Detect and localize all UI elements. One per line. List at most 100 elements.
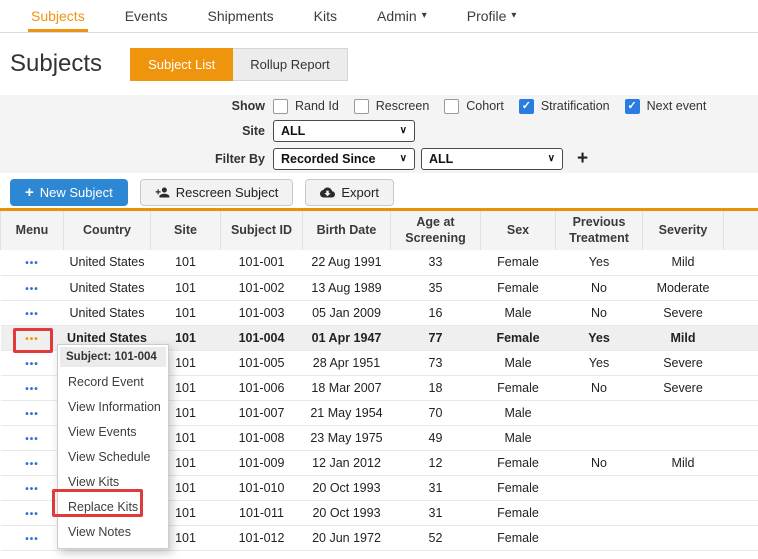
cell-subject-id: 101-004 bbox=[221, 325, 303, 350]
checkbox[interactable]: ✓ bbox=[519, 99, 534, 114]
cell-empty bbox=[724, 350, 758, 375]
cell-empty bbox=[724, 425, 758, 450]
checkbox-label: Next event bbox=[647, 99, 707, 113]
nav-item[interactable]: Profile ▾ bbox=[464, 0, 520, 32]
column-header[interactable]: Country bbox=[64, 211, 151, 250]
nav-item-label: Profile bbox=[467, 8, 507, 24]
cell-empty bbox=[724, 400, 758, 425]
cell-birth-date: 05 Jan 2009 bbox=[303, 300, 391, 325]
cell-sex: Female bbox=[481, 500, 556, 525]
column-header[interactable]: Site bbox=[151, 211, 221, 250]
context-menu-item-label: View Schedule bbox=[68, 450, 150, 464]
filter-by-label: Filter By bbox=[0, 152, 265, 166]
context-menu-item[interactable]: Record Event bbox=[58, 369, 168, 394]
row-menu-icon[interactable]: ••• bbox=[25, 534, 39, 545]
view-tab[interactable]: Subject List bbox=[130, 48, 233, 81]
show-checkbox-item[interactable]: ✓ Rescreen bbox=[354, 99, 430, 114]
row-menu-icon[interactable]: ••• bbox=[25, 258, 39, 269]
cell-severity bbox=[643, 525, 724, 550]
cell-birth-date: 20 Jun 1972 bbox=[303, 525, 391, 550]
row-menu-icon[interactable]: ••• bbox=[25, 384, 39, 395]
cell-birth-date: 13 Aug 1989 bbox=[303, 275, 391, 300]
show-checkbox-item[interactable]: ✓ Rand Id bbox=[273, 99, 339, 114]
cell-previous-treatment: No bbox=[556, 375, 643, 400]
rescreen-subject-button[interactable]: Rescreen Subject bbox=[140, 179, 294, 206]
column-header[interactable]: Birth Date bbox=[303, 211, 391, 250]
filter-by-select-value: Recorded Since bbox=[281, 152, 375, 166]
cell-age: 31 bbox=[391, 500, 481, 525]
row-menu-icon[interactable]: ••• bbox=[25, 309, 39, 320]
nav-item[interactable]: Kits bbox=[311, 0, 340, 32]
nav-item[interactable]: Shipments bbox=[205, 0, 277, 32]
context-menu-item[interactable]: View Events bbox=[58, 419, 168, 444]
cell-sex: Female bbox=[481, 525, 556, 550]
view-tab-label: Subject List bbox=[148, 57, 215, 72]
cell-empty bbox=[724, 375, 758, 400]
cell-subject-id: 101-010 bbox=[221, 475, 303, 500]
table-row: ••• United States 101 101-002 13 Aug 198… bbox=[1, 275, 758, 300]
context-menu-item[interactable]: Replace Kits bbox=[58, 494, 168, 519]
view-tab[interactable]: Rollup Report bbox=[233, 48, 348, 81]
site-select[interactable]: ALL ∨ bbox=[273, 120, 415, 142]
site-select-value: ALL bbox=[281, 124, 305, 138]
filter-by-select[interactable]: Recorded Since ∨ bbox=[273, 148, 415, 170]
row-menu-icon[interactable]: ••• bbox=[25, 484, 39, 495]
column-header[interactable]: Sex bbox=[481, 211, 556, 250]
cell-subject-id: 101-005 bbox=[221, 350, 303, 375]
context-menu-item[interactable]: View Schedule bbox=[58, 444, 168, 469]
filter-value-select[interactable]: ALL ∨ bbox=[421, 148, 563, 170]
nav-item[interactable]: Events bbox=[122, 0, 171, 32]
column-header-label: Previous Treatment bbox=[569, 215, 629, 245]
row-menu-icon[interactable]: ••• bbox=[25, 434, 39, 445]
nav-item[interactable]: Subjects bbox=[28, 0, 88, 32]
column-header[interactable]: Menu bbox=[1, 211, 64, 250]
cell-severity bbox=[643, 400, 724, 425]
cell-empty bbox=[724, 325, 758, 350]
nav-item[interactable]: Admin ▾ bbox=[374, 0, 430, 32]
cell-empty bbox=[724, 250, 758, 275]
row-menu-icon[interactable]: ••• bbox=[25, 459, 39, 470]
cell-menu: ••• bbox=[1, 300, 64, 325]
checkbox[interactable]: ✓ bbox=[354, 99, 369, 114]
checkbox[interactable]: ✓ bbox=[273, 99, 288, 114]
cell-menu: ••• bbox=[1, 375, 64, 400]
cell-birth-date: 21 May 1954 bbox=[303, 400, 391, 425]
cell-sex: Female bbox=[481, 275, 556, 300]
row-menu-icon[interactable]: ••• bbox=[25, 284, 39, 295]
context-menu-item[interactable]: View Information bbox=[58, 394, 168, 419]
row-menu-icon[interactable]: ••• bbox=[25, 409, 39, 420]
column-header[interactable]: Severity bbox=[643, 211, 724, 250]
cell-birth-date: 20 Oct 1993 bbox=[303, 500, 391, 525]
context-menu-item[interactable]: View Kits bbox=[58, 469, 168, 494]
column-header-label: Severity bbox=[659, 223, 708, 237]
cell-country: United States bbox=[64, 300, 151, 325]
nav-item-label: Kits bbox=[314, 8, 337, 24]
cell-site: 101 bbox=[151, 250, 221, 275]
cell-menu: ••• bbox=[1, 425, 64, 450]
cell-age: 73 bbox=[391, 350, 481, 375]
view-tabs: Subject List Rollup Report bbox=[130, 48, 348, 81]
column-header[interactable]: Subject ID bbox=[221, 211, 303, 250]
column-header[interactable] bbox=[724, 211, 758, 250]
context-menu-item[interactable]: View Notes bbox=[58, 519, 168, 544]
show-checkbox-item[interactable]: ✓ Stratification bbox=[519, 99, 610, 114]
new-subject-button[interactable]: + New Subject bbox=[10, 179, 128, 206]
row-menu-icon[interactable]: ••• bbox=[25, 359, 39, 370]
cell-severity: Mild bbox=[643, 250, 724, 275]
show-checkbox-item[interactable]: ✓ Cohort bbox=[444, 99, 504, 114]
row-menu-icon[interactable]: ••• bbox=[25, 509, 39, 520]
checkbox[interactable]: ✓ bbox=[444, 99, 459, 114]
cell-age: 31 bbox=[391, 475, 481, 500]
cell-menu: ••• bbox=[1, 400, 64, 425]
column-header[interactable]: Age at Screening bbox=[391, 211, 481, 250]
export-button[interactable]: Export bbox=[305, 179, 394, 206]
cell-subject-id: 101-001 bbox=[221, 250, 303, 275]
add-filter-icon[interactable]: + bbox=[577, 149, 588, 168]
cell-previous-treatment: Yes bbox=[556, 250, 643, 275]
show-checkbox-item[interactable]: ✓ Next event bbox=[625, 99, 707, 114]
column-header[interactable]: Previous Treatment bbox=[556, 211, 643, 250]
row-menu-icon[interactable]: ••• bbox=[25, 334, 39, 345]
checkbox[interactable]: ✓ bbox=[625, 99, 640, 114]
column-header-label: Birth Date bbox=[317, 223, 377, 237]
cell-sex: Female bbox=[481, 375, 556, 400]
